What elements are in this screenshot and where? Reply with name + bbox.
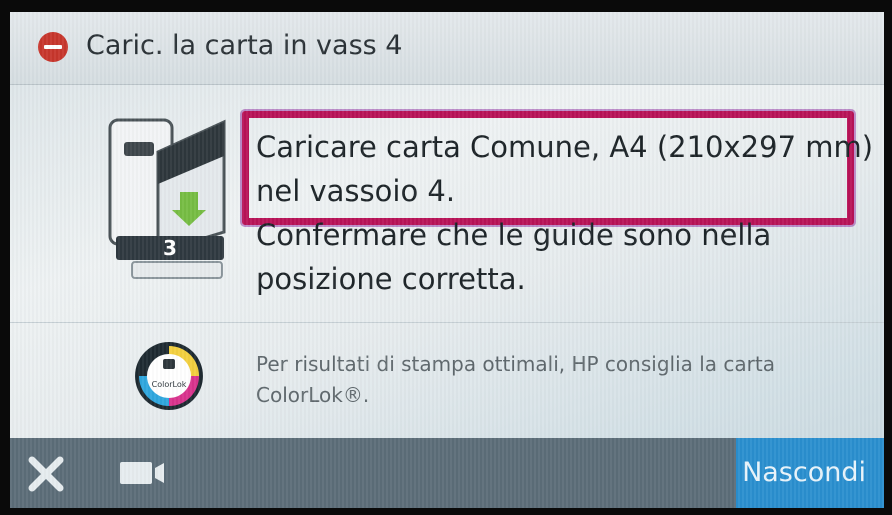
tip-text: Per risultati di stampa ottimali, HP con…: [256, 352, 775, 407]
printer-panel: [124, 142, 154, 156]
colorlok-logo-text: ColorLok: [152, 380, 187, 389]
tray-base: [131, 261, 223, 279]
close-icon[interactable]: [26, 454, 66, 494]
error-icon: [38, 32, 68, 62]
colorlok-logo: ColorLok: [135, 342, 203, 410]
tray-number-label: 3: [163, 236, 177, 260]
message-line-4: posizione corretta.: [256, 262, 526, 296]
divider: [10, 322, 884, 323]
header-bar: Caric. la carta in vass 4: [10, 12, 884, 85]
printer-screen: Caric. la carta in vass 4 3 Caricare car…: [10, 12, 884, 508]
page-title: Caric. la carta in vass 4: [86, 30, 403, 61]
video-icon[interactable]: [118, 458, 168, 488]
message-line-1: Caricare carta Comune, A4 (210x297 mm): [256, 130, 874, 164]
footer-bar: Nascondi: [10, 438, 884, 508]
hide-button[interactable]: Nascondi: [736, 438, 884, 508]
paper-tray-illustration: 3: [108, 118, 226, 279]
message-line-2: nel vassoio 4.: [256, 174, 456, 208]
message-line-3: Confermare che le guide sono nella: [256, 218, 772, 252]
